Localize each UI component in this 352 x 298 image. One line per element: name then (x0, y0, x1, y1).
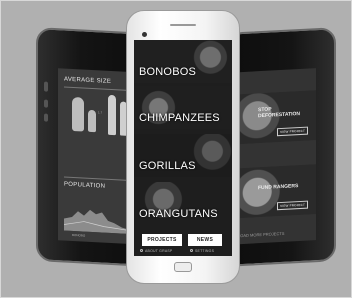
species-row-bonobos[interactable]: BONOBOS (134, 40, 232, 83)
news-button[interactable]: NEWS (188, 234, 222, 246)
population-label: POPULATION (64, 181, 106, 190)
center-phone: BONOBOS CHIMPANZEES GORILLAS ORANGUTANS … (126, 10, 240, 284)
species-name: ORANGUTANS (139, 208, 218, 220)
species-row-gorillas[interactable]: GORILLAS (134, 134, 232, 177)
average-size-label: AVERAGE SIZE (64, 76, 112, 86)
camera-icon (142, 32, 147, 37)
left-phone-side-button (44, 81, 48, 92)
info-icon (140, 249, 143, 252)
species-row-chimpanzees[interactable]: CHIMPANZEES (134, 86, 232, 129)
left-phone-volume-up (44, 99, 48, 108)
left-phone-volume-down (44, 113, 48, 122)
ape-silhouette (72, 96, 84, 132)
view-project-button[interactable]: VIEW PROJECT (277, 200, 308, 211)
view-project-button[interactable]: VIEW PROJECT (277, 126, 308, 137)
right-phone: STOP DEFORESTATION VIEW PROJECT FUND RAN… (226, 27, 336, 267)
news-card[interactable]: FUND RANGERS VIEW PROJECT (232, 164, 316, 219)
news-image (232, 164, 316, 219)
species-row-orangutans[interactable]: ORANGUTANS (134, 182, 232, 225)
center-phone-screen: BONOBOS CHIMPANZEES GORILLAS ORANGUTANS … (134, 40, 232, 256)
gear-icon (190, 249, 193, 252)
projects-button[interactable]: PROJECTS (142, 234, 182, 246)
about-link[interactable]: ABOUT GRASP (145, 249, 172, 253)
right-phone-screen: STOP DEFORESTATION VIEW PROJECT FUND RAN… (232, 68, 316, 245)
load-more-link[interactable]: LOAD MORE PROJECTS (238, 231, 284, 238)
news-card[interactable]: STOP DEFORESTATION VIEW PROJECT (232, 90, 316, 145)
speaker-grille (170, 24, 196, 26)
settings-link[interactable]: SETTINGS (195, 249, 214, 253)
species-name: GORILLAS (139, 160, 196, 172)
legend-label: BONOBO (72, 232, 86, 238)
ape-silhouette-small (88, 109, 96, 133)
home-button[interactable] (174, 262, 192, 272)
human-silhouette (108, 94, 116, 136)
species-name: CHIMPANZEES (139, 112, 220, 124)
size-scale-label: 1.7 (98, 110, 103, 115)
species-name: BONOBOS (139, 66, 197, 78)
